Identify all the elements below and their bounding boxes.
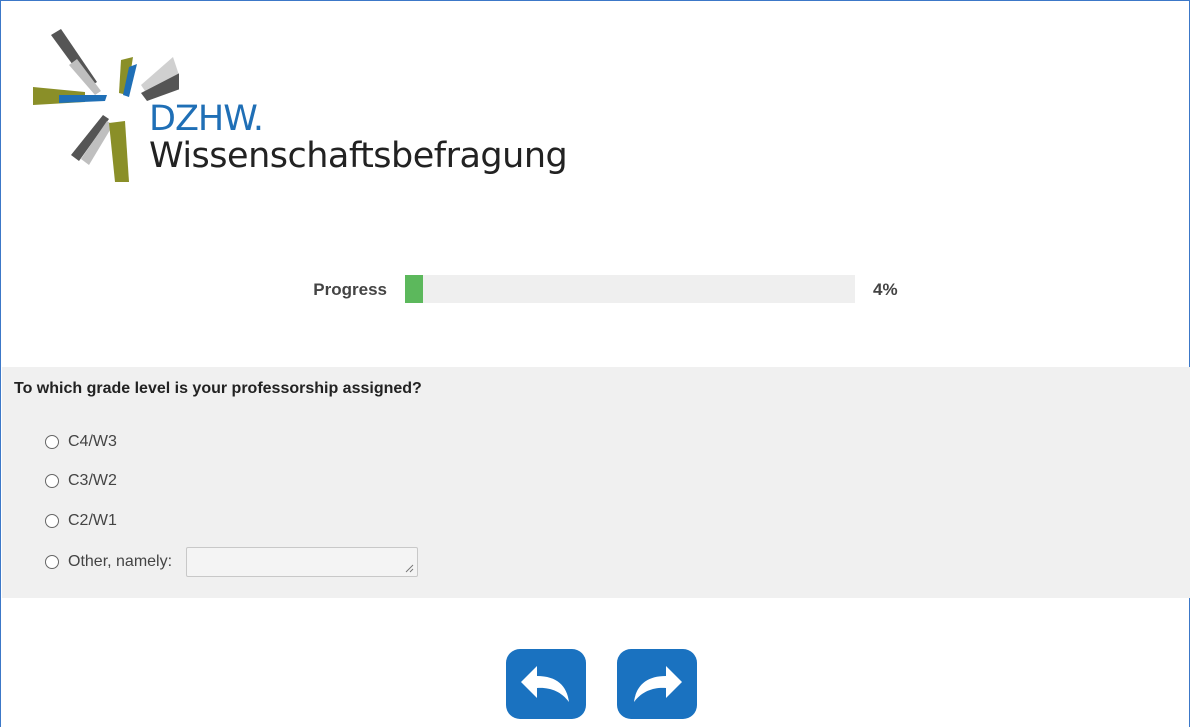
radio-button[interactable]	[45, 435, 59, 449]
option-other[interactable]: Other, namely:	[45, 547, 419, 577]
logo-title: DZHW.	[149, 99, 264, 139]
option-label: C4/W3	[68, 433, 117, 450]
survey-page: DZHW. Wissenschaftsbefragung Progress 4%…	[0, 0, 1190, 727]
progress-bar	[405, 275, 855, 303]
progress-percent: 4%	[873, 280, 898, 299]
back-arrow-icon	[521, 666, 569, 702]
radio-button[interactable]	[45, 555, 59, 569]
option-label: C2/W1	[68, 512, 117, 529]
other-text-input[interactable]	[186, 547, 419, 577]
option-label: Other, namely:	[68, 553, 173, 570]
option-c4-w3[interactable]: C4/W3	[45, 431, 117, 453]
next-button[interactable]	[617, 649, 697, 719]
radio-button[interactable]	[45, 474, 59, 488]
progress-label: Progress	[313, 280, 387, 299]
option-label: C3/W2	[68, 472, 117, 489]
question-panel: To which grade level is your professorsh…	[2, 367, 1190, 598]
dzhw-logo: DZHW. Wissenschaftsbefragung	[29, 27, 589, 192]
option-c2-w1[interactable]: C2/W1	[45, 510, 117, 532]
forward-arrow-icon	[634, 666, 682, 702]
resize-handle-icon[interactable]	[404, 563, 414, 573]
option-c3-w2[interactable]: C3/W2	[45, 470, 117, 492]
logo-subtitle: Wissenschaftsbefragung	[149, 136, 568, 176]
progress-row: Progress 4%	[1, 274, 1190, 304]
back-button[interactable]	[506, 649, 586, 719]
radio-button[interactable]	[45, 514, 59, 528]
progress-bar-fill	[405, 275, 423, 303]
question-text: To which grade level is your professorsh…	[14, 380, 422, 397]
